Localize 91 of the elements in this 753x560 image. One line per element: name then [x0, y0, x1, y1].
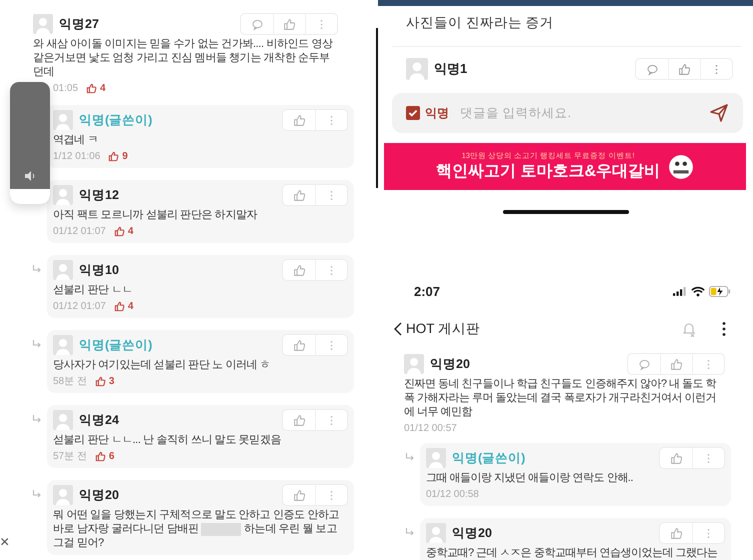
reply-arrow-icon [32, 340, 42, 348]
thumbs-up-icon [108, 150, 120, 162]
back-icon[interactable] [394, 322, 402, 336]
author-name: 익명10 [79, 262, 120, 278]
like-count: 3 [108, 376, 114, 386]
status-time: 2:07 [414, 284, 442, 298]
anonymous-label: 익명 [425, 104, 449, 122]
author-name: 익명27 [59, 16, 100, 32]
comment-text: 당사자가 여기있는데 섣불리 판단 노 이러네 ㅎ [53, 358, 272, 372]
wifi-icon [691, 286, 705, 296]
send-icon[interactable] [709, 103, 729, 123]
comment-time: 01/12 01:07 [53, 300, 106, 312]
thumbs-up-icon [114, 226, 125, 236]
author-name: 익명(글쓴이) [452, 450, 526, 466]
battery-icon [709, 286, 731, 296]
avatar-icon [406, 58, 428, 80]
thumbs-up-icon [283, 18, 296, 30]
like-count: 4 [128, 226, 134, 236]
like-count: 6 [108, 450, 114, 462]
comment-time: 01:05 [53, 82, 78, 94]
thumbs-up-icon [292, 114, 306, 126]
author-name: 익명20 [452, 524, 493, 542]
thumbs-up-icon [292, 414, 306, 426]
avatar-icon [426, 448, 446, 468]
redacted-block [201, 522, 242, 536]
author-name: 익명1 [434, 60, 468, 78]
avatar-icon [53, 110, 73, 130]
comment-time: 57분 전 [53, 450, 87, 463]
banner-title: 핵인싸고기 토마호크&우대갈비 [436, 162, 660, 182]
thumbs-up-icon [670, 358, 683, 370]
comment-time: 01/12 00:57 [404, 422, 457, 434]
avatar-icon [53, 410, 73, 430]
anonymous-checkbox[interactable] [406, 106, 420, 120]
speech-bubble-icon [646, 62, 658, 76]
author-name: 익명20 [430, 356, 471, 372]
comment-text: 그때 애들이랑 지냈던 애들이랑 연락도 안해.. [426, 471, 634, 485]
comment-time: 01/12 01:07 [53, 226, 106, 236]
speaker-icon [24, 170, 36, 182]
like-count: 4 [100, 82, 106, 94]
comment-text: 아직 팩트 모르니까 섣불리 판단은 하지말자 [53, 208, 258, 222]
avatar-icon [53, 485, 73, 505]
avatar-icon [426, 523, 446, 543]
author-name: 익명(글쓴이) [79, 112, 154, 128]
comment-field[interactable]: 댓글을 입력하세요. [458, 105, 704, 121]
comment-input[interactable]: 익명 댓글을 입력하세요. [392, 93, 743, 133]
comment-time: 1/12 01:06 [53, 150, 100, 162]
logo-icon [668, 154, 694, 180]
speech-bubble-icon [250, 18, 264, 30]
bell-off-icon[interactable] [681, 321, 697, 337]
avatar-icon [404, 354, 424, 374]
comment-text: 중학교때? 근데 ㅅㅈ은 중학교때부터 연습생이었는데 그랬다는 [426, 546, 718, 560]
reply-arrow-icon [32, 265, 42, 273]
comment-text: 진짜면 동네 친구들이나 학급 친구들도 인증해주지 않아? 내 돌도 학폭 가해자라는 루머 돌았는데 결국 폭로자가 개구라친거여서 이런거에 너무 예민함 [404, 377, 718, 419]
thumbs-up-icon [86, 82, 98, 94]
reply-arrow-icon [405, 528, 415, 536]
thumbs-up-icon [292, 264, 306, 276]
reply-arrow-icon [32, 415, 42, 423]
thumbs-up-icon [292, 338, 306, 352]
signal-icon [673, 286, 687, 296]
like-count: 9 [122, 150, 128, 162]
thumbs-up-icon [292, 188, 306, 202]
thumbs-up-icon [670, 452, 682, 464]
avatar-icon [53, 335, 73, 355]
thumbs-up-icon [94, 450, 106, 462]
comment-text: 역겹네 ㅋ [53, 133, 100, 147]
author-name: 익명20 [79, 486, 120, 504]
reply-arrow-icon [405, 453, 415, 461]
close-icon[interactable]: × [0, 534, 10, 552]
post-text: 사진들이 진짜라는 증거 [405, 14, 555, 32]
author-name: 익명(글쓴이) [79, 336, 154, 354]
speech-bubble-icon [638, 358, 650, 370]
avatar-icon [33, 14, 53, 34]
reply-arrow-icon [32, 490, 42, 498]
author-name: 익명12 [79, 186, 120, 204]
more-icon[interactable] [721, 321, 727, 337]
avatar-icon [53, 185, 73, 205]
comment-text: 섣불리 판단 ㄴㄴ [53, 283, 134, 297]
thumbs-up-icon [94, 376, 106, 386]
comment-time: 01/12 00:58 [426, 488, 479, 500]
board-title: HOT 게시판 [406, 320, 482, 338]
avatar-icon [53, 260, 73, 280]
thumbs-up-icon [678, 62, 691, 76]
thumbs-up-icon [114, 300, 125, 312]
comment-text: 와 새삼 아이돌 이미지는 믿을 수가 없는 건가봐.... 비하인드 영상 같은거보면 낯도 엄청 가리고 진심 멤버들 챙기는 개착한 순두부던데 [33, 37, 334, 79]
thumbs-up-icon [292, 488, 306, 502]
comment-text: 섣불리 판단 ㄴㄴ... 난 솔직히 쓰니 말도 못믿겠음 [53, 433, 282, 447]
like-count: 4 [128, 300, 134, 312]
author-name: 익명24 [79, 412, 120, 428]
comment-time: 58분 전 [53, 375, 87, 388]
comment-text: 뭐 어떤 일을 당했는지 구체적으로 말도 안하고 인증도 안하고 바로 남자랑 굴러다니던 담배핀 하는데 우린 뭘 보고 그걸 믿어? [53, 508, 340, 550]
thumbs-up-icon [670, 526, 682, 540]
